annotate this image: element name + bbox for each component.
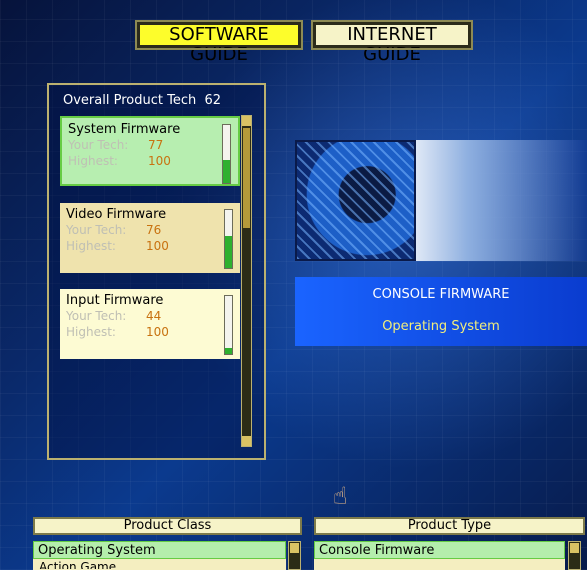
product-type-selected-item[interactable]: Console Firmware xyxy=(314,541,565,559)
scroll-up-button[interactable] xyxy=(242,116,251,126)
your-tech-value: 76 xyxy=(146,223,162,237)
tech-level-bar xyxy=(222,124,231,184)
tech-card-name: System Firmware xyxy=(68,122,181,137)
tech-list-scrollbar[interactable] xyxy=(241,115,252,447)
highest-value: 100 xyxy=(146,325,169,339)
highest-value: 100 xyxy=(148,154,171,168)
scroll-down-button[interactable] xyxy=(242,436,251,446)
your-tech-value: 77 xyxy=(148,138,164,152)
tech-level-fill xyxy=(225,348,232,354)
product-type-header: Product Type xyxy=(314,517,585,535)
tech-level-bar xyxy=(224,209,233,269)
product-type-list[interactable]: Console Firmware xyxy=(314,541,565,570)
scroll-up-button[interactable] xyxy=(290,543,299,553)
tab-software-guide[interactable]: SOFTWARE GUIDE xyxy=(135,20,303,65)
tech-level-fill xyxy=(223,159,230,183)
product-class-selected-item[interactable]: Operating System xyxy=(33,541,286,559)
hand-pointer-icon: ☝ xyxy=(333,482,348,510)
tab-internet-guide[interactable]: INTERNET GUIDE xyxy=(311,20,473,65)
product-class-scrollbar[interactable] xyxy=(288,541,301,570)
tech-card-system-firmware[interactable]: System Firmware Your Tech: 77 Highest: 1… xyxy=(60,116,240,186)
product-class-header: Product Class xyxy=(33,517,302,535)
tech-level-fill xyxy=(225,236,232,268)
product-class-item[interactable]: Action Game xyxy=(33,559,286,569)
tech-level-bar xyxy=(224,295,233,355)
your-tech-label: Your Tech: xyxy=(66,309,127,323)
tech-card-input-firmware[interactable]: Input Firmware Your Tech: 44 Highest: 10… xyxy=(60,289,240,359)
overall-product-tech: Overall Product Tech 62 xyxy=(63,93,221,108)
product-type-scrollbar[interactable] xyxy=(568,541,581,570)
banner-image-fade xyxy=(416,140,587,261)
banner-title: CONSOLE FIRMWARE xyxy=(372,287,510,302)
product-class-list[interactable]: Operating System Action Game xyxy=(33,541,286,570)
your-tech-label: Your Tech: xyxy=(66,223,127,237)
tech-card-name: Video Firmware xyxy=(66,207,167,222)
overall-value: 62 xyxy=(204,93,222,108)
tech-card-video-firmware[interactable]: Video Firmware Your Tech: 76 Highest: 10… xyxy=(60,203,240,273)
scroll-thumb[interactable] xyxy=(243,128,250,228)
your-tech-value: 44 xyxy=(146,309,162,323)
product-banner: CONSOLE FIRMWARE Operating System xyxy=(295,277,587,346)
banner-subtitle: Operating System xyxy=(382,319,500,334)
highest-label: Highest: xyxy=(66,239,116,253)
tech-card-name: Input Firmware xyxy=(66,293,164,308)
highest-value: 100 xyxy=(146,239,169,253)
product-tech-panel: Overall Product Tech 62 System Firmware … xyxy=(47,83,266,460)
highest-label: Highest: xyxy=(66,325,116,339)
highest-label: Highest: xyxy=(68,154,118,168)
your-tech-label: Your Tech: xyxy=(68,138,129,152)
overall-label: Overall Product Tech xyxy=(63,93,197,108)
circuit-chip-image xyxy=(295,140,416,261)
scroll-up-button[interactable] xyxy=(570,543,579,553)
